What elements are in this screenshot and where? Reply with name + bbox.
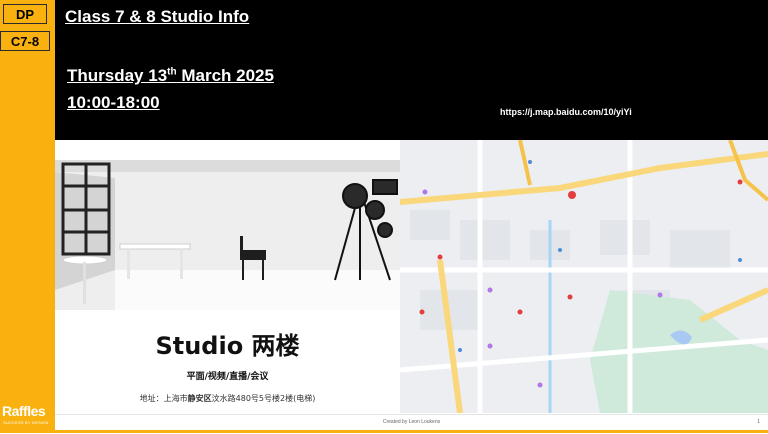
- address-district: 静安区: [187, 394, 212, 403]
- date-rest: March 2025: [176, 66, 274, 85]
- header: Class 7 & 8 Studio Info Thursday 13th Ma…: [55, 0, 768, 140]
- event-time: 10:00-18:00: [67, 93, 160, 112]
- studio-name: Studio 两楼: [155, 332, 300, 360]
- studio-services: 平面/视频/直播/会议: [186, 372, 269, 382]
- page-number: 1: [757, 419, 760, 425]
- page-title: Class 7 & 8 Studio Info: [65, 7, 250, 26]
- studio-address: 地址：上海市静安区汶水路480号5号楼2楼(电梯): [55, 393, 400, 404]
- map-illustration: [400, 140, 768, 413]
- sidebar: DP C7-8 Raffles SUCCESS BY DESIGN: [0, 0, 55, 433]
- logo-tagline: SUCCESS BY DESIGN: [3, 420, 49, 425]
- date-suffix: th: [167, 66, 177, 78]
- event-date: Thursday 13th March 2025: [67, 66, 274, 86]
- address-rest: 汶水路480号5号楼2楼(电梯): [211, 394, 316, 403]
- map-link[interactable]: https://j.map.baidu.com/10/yiYi: [500, 107, 632, 117]
- address-prefix: 地址：上海市: [139, 394, 188, 403]
- raffles-logo: Raffles SUCCESS BY DESIGN: [1, 403, 55, 431]
- studio-photo: [55, 160, 400, 310]
- logo-text: Raffles: [2, 403, 46, 419]
- class-badge: C7-8: [0, 31, 50, 51]
- date-day: Thursday 13: [67, 66, 168, 85]
- studio-photo-illustration: [55, 160, 400, 310]
- footer-credit: Created by Leon Loukens: [382, 419, 441, 425]
- location-map[interactable]: [400, 140, 768, 413]
- dp-badge: DP: [3, 4, 47, 24]
